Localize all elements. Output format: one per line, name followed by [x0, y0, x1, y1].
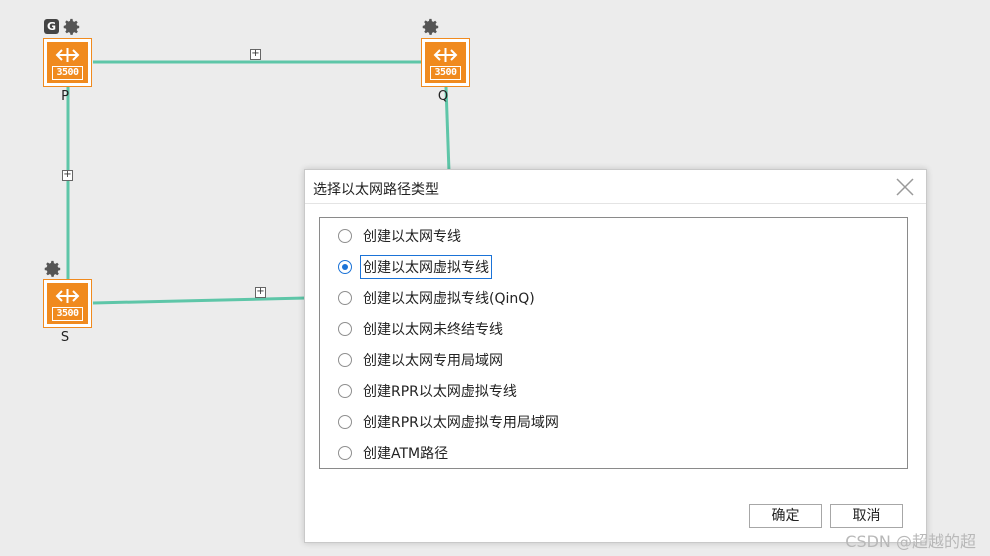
switch-arrows-icon — [55, 48, 80, 62]
close-icon[interactable] — [894, 176, 916, 198]
node-label-q: Q — [437, 89, 449, 104]
switch-arrows-icon — [433, 48, 458, 62]
path-type-list: 创建以太网专线 创建以太网虚拟专线 创建以太网虚拟专线(QinQ) 创建以太网未… — [319, 217, 908, 469]
radio-button[interactable] — [338, 353, 352, 367]
device-model-label: 3500 — [430, 66, 461, 80]
gear-icon[interactable] — [63, 18, 81, 36]
option-label: 创建以太网未终结专线 — [363, 322, 503, 338]
node-label-p: P — [61, 89, 69, 104]
device-node-q[interactable]: 3500 — [421, 38, 470, 87]
device-model-label: 3500 — [52, 66, 83, 80]
radio-button[interactable] — [338, 322, 352, 336]
option-ethernet-unterminated-line[interactable]: 创建以太网未终结专线 — [338, 316, 506, 342]
option-rpr-virtual-private-lan[interactable]: 创建RPR以太网虚拟专用局域网 — [338, 409, 562, 435]
group-badge-icon: G — [44, 19, 59, 34]
option-ethernet-virtual-line[interactable]: 创建以太网虚拟专线 — [338, 254, 492, 280]
device-model-label: 3500 — [52, 307, 83, 321]
option-ethernet-private-lan[interactable]: 创建以太网专用局域网 — [338, 347, 506, 373]
switch-arrows-icon — [55, 289, 80, 303]
option-label: 创建以太网专线 — [363, 229, 461, 245]
radio-button-checked[interactable] — [338, 260, 352, 274]
link-expand-icon[interactable]: + — [62, 170, 73, 181]
radio-button[interactable] — [338, 384, 352, 398]
option-ethernet-virtual-line-qinq[interactable]: 创建以太网虚拟专线(QinQ) — [338, 285, 538, 311]
device-node-p[interactable]: 3500 — [43, 38, 92, 87]
link-s-out[interactable] — [92, 296, 307, 305]
node-label-s: S — [60, 330, 70, 345]
device-node-s[interactable]: 3500 — [43, 279, 92, 328]
option-label: 创建以太网虚拟专线 — [360, 255, 492, 279]
radio-button[interactable] — [338, 446, 352, 460]
dialog-divider — [305, 203, 926, 204]
dialog-titlebar[interactable]: 选择以太网路径类型 — [305, 170, 926, 204]
option-rpr-virtual-line[interactable]: 创建RPR以太网虚拟专线 — [338, 378, 520, 404]
dialog-title: 选择以太网路径类型 — [313, 182, 439, 198]
radio-button[interactable] — [338, 291, 352, 305]
ok-button[interactable]: 确定 — [749, 504, 822, 528]
link-expand-icon[interactable]: + — [255, 287, 266, 298]
cancel-button[interactable]: 取消 — [830, 504, 903, 528]
option-label: 创建RPR以太网虚拟专线 — [363, 384, 517, 400]
device-body: 3500 — [47, 283, 88, 324]
option-label: 创建以太网专用局域网 — [363, 353, 503, 369]
option-atm-path[interactable]: 创建ATM路径 — [338, 440, 451, 466]
path-type-dialog: 选择以太网路径类型 创建以太网专线 创建以太网虚拟专线 创建以太网虚拟专线(Qi… — [304, 169, 927, 543]
option-label: 创建ATM路径 — [363, 446, 449, 462]
radio-button[interactable] — [338, 229, 352, 243]
watermark: CSDN @超越的超 — [845, 532, 976, 551]
link-expand-icon[interactable]: + — [250, 49, 261, 60]
gear-icon[interactable] — [44, 260, 62, 278]
device-body: 3500 — [47, 42, 88, 83]
radio-button[interactable] — [338, 415, 352, 429]
option-label: 创建以太网虚拟专线(QinQ) — [363, 291, 535, 307]
option-ethernet-line[interactable]: 创建以太网专线 — [338, 223, 464, 249]
gear-icon[interactable] — [422, 18, 440, 36]
device-body: 3500 — [425, 42, 466, 83]
option-label: 创建RPR以太网虚拟专用局域网 — [363, 415, 559, 431]
